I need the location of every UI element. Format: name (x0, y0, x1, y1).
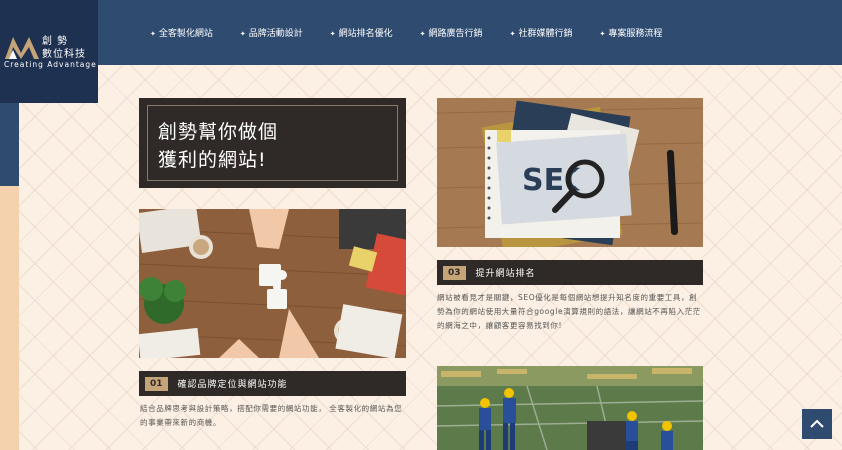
nav-item-social[interactable]: ✦ 社群媒體行銷 (510, 26, 573, 39)
back-to-top-button[interactable] (802, 409, 832, 439)
hero-headline-box: 創勢幫你做個 獲利的網站! (139, 98, 406, 188)
step-03-caption: 03 提升網站排名 (437, 260, 703, 285)
chevron-up-icon (810, 419, 824, 428)
site-logo[interactable]: 創 勢 數位科技 Creating Advantage (0, 0, 98, 103)
nav-item-brand-design[interactable]: ✦ 品牌活動設計 (240, 26, 303, 39)
bullet-icon: ✦ (239, 30, 246, 38)
circuit-workers-photo (437, 366, 703, 450)
main-nav: ✦ 全客製化網站 ✦ 品牌活動設計 ✦ 網站排名優化 ✦ 網路廣告行銷 ✦ 社群媒體行銷 … (150, 26, 689, 39)
nav-item-custom-website[interactable]: ✦ 全客製化網站 (150, 26, 213, 39)
bullet-icon: ✦ (599, 30, 606, 38)
step-03-description: 網站被看見才是關鍵，SEO優化是每個網站想提升知名度的重要工具，創勢為你的網站使… (437, 293, 701, 330)
step-title: 確認品牌定位與網站功能 (177, 380, 288, 390)
seo-notebook-photo: SEO (437, 98, 703, 247)
bullet-icon: ✦ (419, 30, 426, 38)
nav-item-ads[interactable]: ✦ 網路廣告行銷 (420, 26, 483, 39)
logo-mark-icon (5, 37, 39, 59)
bullet-icon: ✦ (509, 30, 516, 38)
bullet-icon: ✦ (329, 30, 336, 38)
side-accent-blue (0, 103, 19, 186)
nav-item-seo[interactable]: ✦ 網站排名優化 (330, 26, 393, 39)
side-accent-peach (0, 186, 19, 450)
puzzle-hands-photo (139, 209, 406, 358)
bullet-icon: ✦ (150, 30, 156, 38)
step-01-caption: 01 確認品牌定位與網站功能 (139, 371, 406, 396)
top-navigation-bar: ✦ 全客製化網站 ✦ 品牌活動設計 ✦ 網站排名優化 ✦ 網路廣告行銷 ✦ 社群媒體行銷 … (0, 0, 842, 65)
step-01-description: 結合品牌思考與設計策略，搭配你需要的網站功能， 全客製化的網站為您的事業帶來新的… (140, 404, 403, 427)
step-number-badge: 03 (443, 265, 466, 280)
step-number-badge: 01 (145, 376, 168, 391)
hero-headline: 創勢幫你做個 獲利的網站! (158, 121, 279, 171)
logo-chinese-name: 創 勢 數位科技 (42, 36, 86, 60)
logo-tagline: Creating Advantage (4, 60, 97, 69)
step-title: 提升網站排名 (475, 269, 536, 279)
nav-item-process[interactable]: ✦ 專案服務流程 (599, 26, 662, 39)
